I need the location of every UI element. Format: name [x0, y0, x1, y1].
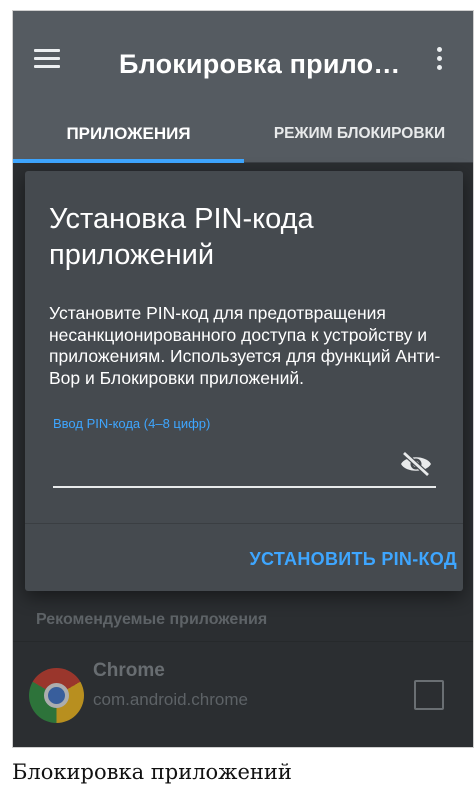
toolbar-title: Блокировка прило…: [119, 49, 401, 79]
tab-apps[interactable]: ПРИЛОЖЕНИЯ: [13, 105, 244, 163]
set-pin-button[interactable]: УСТАНОВИТЬ PIN-КОД: [248, 545, 459, 574]
list-item[interactable]: Chrome com.android.chrome: [13, 642, 473, 747]
dialog-divider: [25, 523, 463, 524]
pin-field-underline: [53, 486, 436, 488]
chrome-icon: [29, 668, 84, 723]
section-header-recommended: Рекомендуемые приложения: [36, 611, 268, 628]
phone-screen: Блокировка прило… ПРИЛОЖЕНИЯ РЕЖИМ БЛОКИ…: [12, 10, 474, 748]
app-name: Chrome: [93, 660, 165, 681]
set-pin-dialog: Установка PIN-кода приложений Установите…: [25, 171, 463, 591]
tab-bar: ПРИЛОЖЕНИЯ РЕЖИМ БЛОКИРОВКИ: [13, 105, 473, 163]
pin-input[interactable]: [53, 441, 393, 483]
hamburger-menu-icon[interactable]: [34, 49, 60, 69]
app-lock-checkbox[interactable]: [414, 680, 444, 710]
screenshot-caption: Блокировка приложений: [12, 760, 292, 784]
tab-lock-mode[interactable]: РЕЖИМ БЛОКИРОВКИ: [244, 105, 473, 163]
more-vertical-icon[interactable]: [432, 47, 446, 75]
app-package: com.android.chrome: [93, 690, 248, 709]
visibility-off-icon[interactable]: [399, 451, 433, 477]
dialog-title: Установка PIN-кода приложений: [49, 203, 314, 271]
dialog-message: Установите PIN-код для предотвращения не…: [49, 303, 441, 388]
pin-field-label: Ввод PIN-кода (4–8 цифр): [53, 416, 211, 431]
app-toolbar: Блокировка прило…: [13, 11, 473, 105]
